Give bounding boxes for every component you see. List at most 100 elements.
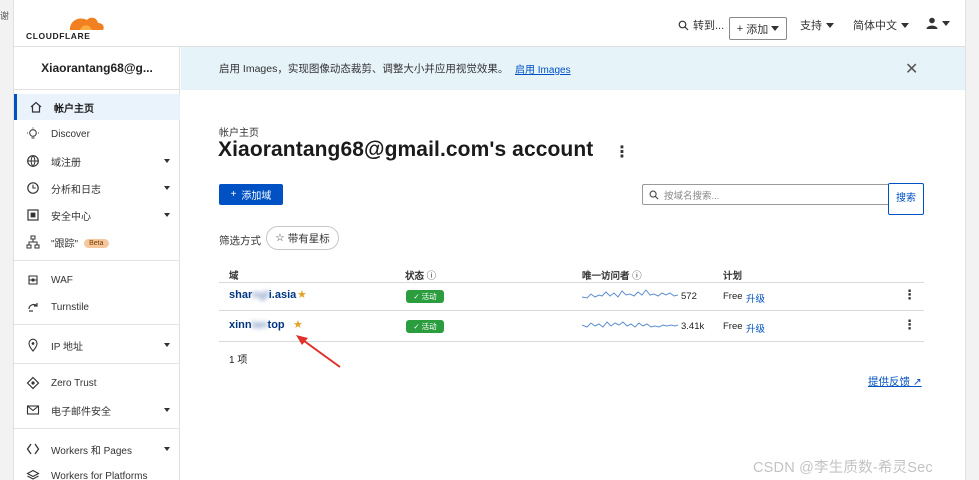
sidebar-item-analytics-logs[interactable]: 分析和日志 xyxy=(14,175,180,201)
sidebar-item-discover[interactable]: Discover xyxy=(14,121,180,147)
domain-link-1[interactable]: sharngli.asia xyxy=(229,289,296,301)
domain-link-2[interactable]: xinniantop xyxy=(229,319,285,331)
column-header-status[interactable]: 状态 ⓘ xyxy=(405,268,436,282)
sidebar-item-waf[interactable]: WAF xyxy=(14,267,180,293)
status-label: 活动 xyxy=(421,322,437,331)
feedback-link[interactable]: 提供反馈 ↗ xyxy=(868,374,922,389)
chevron-down-icon xyxy=(771,26,780,31)
check-icon: ✓ xyxy=(413,322,420,331)
sidebar-item-zero-trust[interactable]: Zero Trust xyxy=(14,370,180,396)
info-icon: ⓘ xyxy=(426,271,437,282)
sidebar-item-label: 分析和日志 xyxy=(51,184,101,196)
add-domain-button[interactable]: + 添加域 xyxy=(219,184,283,205)
trace-label: "跟踪" xyxy=(51,238,79,250)
row-actions-kebab-icon[interactable]: ⋮ xyxy=(903,317,916,333)
domain-end: top xyxy=(267,319,285,331)
images-promo-banner: 启用 Images，实现图像动态裁剪、调整大小并应用视觉效果。 启用 Image… xyxy=(181,47,965,90)
sidebar-item-workers-pages[interactable]: Workers 和 Pages xyxy=(14,436,180,462)
sidebar-item-email-security[interactable]: 电子邮件安全 xyxy=(14,397,180,423)
account-actions-kebab-icon[interactable]: ⋮ xyxy=(614,142,630,162)
status-badge: ✓ 活动 xyxy=(406,290,444,303)
plan-name: Free xyxy=(723,321,743,332)
chevron-down-icon xyxy=(164,447,170,451)
sidebar-item-label: Discover xyxy=(51,128,90,140)
sidebar-item-label: Zero Trust xyxy=(51,377,97,389)
domain-start: shar xyxy=(229,289,253,301)
add-button[interactable]: + 添加 xyxy=(729,17,787,40)
sidebar-item-turnstile[interactable]: Turnstile xyxy=(14,294,180,320)
enable-images-link[interactable]: 启用 Images xyxy=(515,61,571,76)
turnstile-icon xyxy=(28,303,38,312)
browser-left-strip: 谢 xyxy=(0,0,14,480)
account-switcher[interactable]: Xiaorantang68@g... xyxy=(14,47,180,90)
star-icon[interactable]: ★ xyxy=(297,288,307,301)
visitors-sparkline xyxy=(582,289,678,299)
plus-icon: + xyxy=(230,189,237,200)
sidebar-item-workers-for-platforms[interactable]: Workers for Platforms xyxy=(14,463,180,480)
zero-trust-icon xyxy=(26,376,40,390)
shield-icon xyxy=(27,209,39,221)
top-bar: CLOUDFLARE 转到... + 添加 支持 简体中文 xyxy=(14,0,965,47)
support-menu[interactable]: 支持 xyxy=(800,17,834,33)
search-button[interactable]: 搜索 xyxy=(888,183,924,215)
row-divider xyxy=(219,310,924,311)
upgrade-link[interactable]: 升级 xyxy=(746,291,765,305)
banner-text: 启用 Images，实现图像动态裁剪、调整大小并应用视觉效果。 xyxy=(219,63,509,75)
sidebar-item-label: Workers 和 Pages xyxy=(51,445,132,457)
waf-icon xyxy=(28,275,38,285)
sidebar-item-domain-registration[interactable]: 域注册 xyxy=(14,148,180,174)
search-placeholder: 按域名搜索... xyxy=(664,190,720,202)
close-icon[interactable]: ✕ xyxy=(905,59,918,79)
row-actions-kebab-icon[interactable]: ⋮ xyxy=(903,287,916,303)
add-label: 添加 xyxy=(746,23,769,36)
visitors-header-label: 唯一访问者 xyxy=(582,271,630,282)
starred-label: 带有星标 xyxy=(287,232,330,245)
platforms-icon xyxy=(26,469,40,480)
chevron-down-icon xyxy=(826,22,834,28)
sidebar-item-label: IP 地址 xyxy=(51,341,84,353)
starred-filter-chip[interactable]: ☆ 带有星标 xyxy=(266,226,339,250)
visitors-count: 3.41k xyxy=(681,321,705,332)
add-domain-label: 添加域 xyxy=(241,191,272,202)
sidebar-item-account-home[interactable]: 帐户主页 xyxy=(14,94,180,120)
sidebar-divider xyxy=(14,324,180,325)
redacted-segment: ian xyxy=(251,319,268,331)
dashboard-window: CLOUDFLARE 转到... + 添加 支持 简体中文 Xiaorantan… xyxy=(14,0,965,480)
beta-badge: Beta xyxy=(84,239,109,249)
column-header-domain[interactable]: 域 xyxy=(229,268,239,282)
info-icon: ⓘ xyxy=(632,271,642,282)
plan-name: Free xyxy=(723,291,743,302)
plus-icon: + xyxy=(736,22,744,35)
domain-start: xinn xyxy=(229,319,252,331)
clock-icon xyxy=(27,182,39,194)
user-menu[interactable] xyxy=(926,17,950,29)
go-to-search[interactable]: 转到... xyxy=(678,17,724,33)
status-label: 活动 xyxy=(421,292,437,301)
status-header-label: 状态 xyxy=(405,271,425,282)
sidebar-item-label: "跟踪" Beta xyxy=(51,235,109,250)
chevron-down-icon xyxy=(164,343,170,347)
user-icon xyxy=(926,17,938,29)
item-count: 1 项 xyxy=(229,355,248,366)
chevron-down-icon xyxy=(164,186,170,190)
domain-search-input[interactable]: 按域名搜索... xyxy=(642,184,888,205)
sidebar-item-trace[interactable]: "跟踪" Beta xyxy=(14,229,180,255)
go-to-label: 转到... xyxy=(693,20,725,32)
column-header-visitors[interactable]: 唯一访问者 ⓘ xyxy=(582,268,642,282)
language-menu[interactable]: 简体中文 xyxy=(853,17,909,33)
logo-text: CLOUDFLARE xyxy=(26,31,91,41)
domain-end: i.asia xyxy=(268,289,297,301)
chevron-down-icon xyxy=(901,22,909,28)
column-header-plan: 计划 xyxy=(723,271,743,282)
location-pin-icon xyxy=(28,338,38,352)
chevron-down-icon xyxy=(164,213,170,217)
redacted-segment: ngl xyxy=(252,289,269,301)
visitors-sparkline xyxy=(582,321,678,328)
csdn-watermark: CSDN @李生质数-希灵Sec xyxy=(753,460,933,476)
sidebar-item-ip-addresses[interactable]: IP 地址 xyxy=(14,332,180,358)
table-header-rule xyxy=(219,282,924,283)
sidebar-item-security-center[interactable]: 安全中心 xyxy=(14,202,180,228)
feedback-label: 提供反馈 xyxy=(868,376,910,388)
sidebar-item-label: 电子邮件安全 xyxy=(51,406,111,418)
upgrade-link[interactable]: 升级 xyxy=(746,321,765,335)
